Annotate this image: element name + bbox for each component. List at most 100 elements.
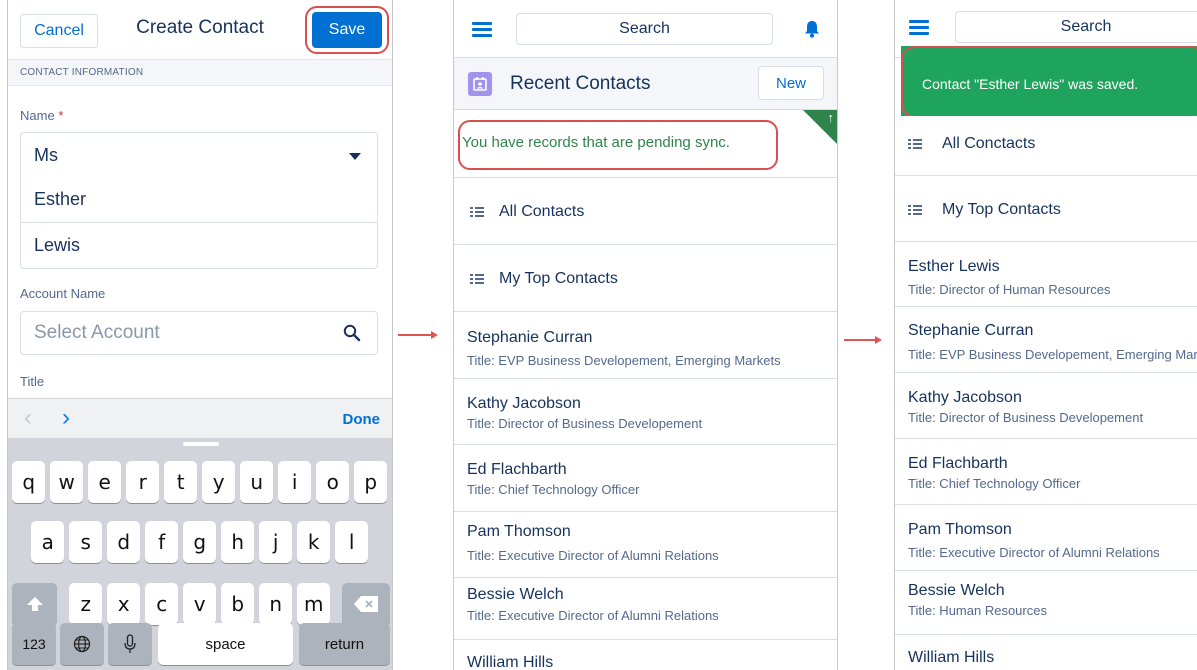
global-search-field[interactable]: Search [955,11,1197,43]
last-name-value: Lewis [34,235,81,255]
list-view-label: All Conctacts [942,135,1036,152]
contact-row[interactable]: Stephanie Curran Title: EVP Business Dev… [454,312,837,379]
object-header-title: Recent Contacts [510,73,651,94]
key-m[interactable]: m [297,583,331,625]
key-q[interactable]: q [12,461,46,503]
dictation-key[interactable] [108,623,152,665]
contact-title: Title: Executive Director of Alumni Rela… [908,545,1160,560]
key-y[interactable]: y [202,461,236,503]
globe-key[interactable] [60,623,104,665]
key-g[interactable]: g [183,521,217,563]
contact-row[interactable]: Bessie Welch Title: Human Resources [895,571,1197,635]
contact-row[interactable]: Bessie Welch Title: Executive Director o… [454,578,837,640]
key-k[interactable]: k [297,521,331,563]
key-c[interactable]: c [145,583,179,625]
pending-sync-banner[interactable]: You have records that are pending sync. … [454,110,837,178]
contact-row[interactable]: Kathy Jacobson Title: Director of Busine… [454,379,837,445]
key-u[interactable]: u [240,461,274,503]
caret-down-icon [349,153,361,160]
space-key[interactable]: space [158,623,293,665]
bell-icon[interactable] [803,20,821,38]
flow-arrow-head [875,336,882,344]
onscreen-keyboard: qwertyuiop asdfghjkl zxcvbnm 123 space r… [8,438,392,670]
done-button[interactable]: Done [343,411,381,428]
cancel-button[interactable]: Cancel [20,14,98,48]
account-name-label: Account Name [20,286,106,301]
create-contact-header: Cancel Create Contact Save [8,0,392,60]
global-search-field[interactable]: Search [516,13,773,45]
contact-row[interactable]: William Hills [454,640,837,670]
key-w[interactable]: w [50,461,84,503]
contact-row[interactable]: Ed Flachbarth Title: Chief Technology Of… [454,445,837,512]
return-key[interactable]: return [299,623,390,665]
contact-title: Title: Chief Technology Officer [467,482,640,497]
contact-row[interactable]: Pam Thomson Title: Executive Director of… [454,512,837,578]
key-d[interactable]: d [107,521,141,563]
key-z[interactable]: z [69,583,103,625]
contact-title: Title: EVP Business Developement, Emergi… [908,347,1197,362]
contact-row[interactable]: Pam Thomson Title: Executive Director of… [895,505,1197,571]
contact-row[interactable]: Esther Lewis Title: Director of Human Re… [895,242,1197,307]
contact-row[interactable]: William Hills [895,635,1197,670]
key-f[interactable]: f [145,521,179,563]
contact-title: Title: Executive Director of Alumni Rela… [467,548,719,563]
toast-message: Contact "Esther Lewis" was saved. [922,76,1139,92]
key-t[interactable]: t [164,461,198,503]
menu-icon[interactable] [472,22,492,38]
new-contact-button[interactable]: New [758,66,824,100]
contact-title: Title: Chief Technology Officer [908,476,1081,491]
key-e[interactable]: e [88,461,122,503]
key-p[interactable]: p [354,461,388,503]
contact-title: Title: Executive Director of Alumni Rela… [467,608,719,623]
contact-name: Ed Flachbarth [467,461,567,478]
required-marker: * [58,108,64,123]
microphone-icon [124,634,136,653]
key-b[interactable]: b [221,583,255,625]
list-view-item[interactable]: My Top Contacts [454,245,837,312]
salutation-select[interactable]: Ms [20,132,378,178]
key-x[interactable]: x [107,583,141,625]
key-r[interactable]: r [126,461,160,503]
list-view-item[interactable]: All Contacts [454,178,837,245]
search-icon[interactable] [343,324,361,342]
list-icon [470,207,484,218]
contact-row[interactable]: Kathy Jacobson Title: Director of Busine… [895,373,1197,439]
contact-name: Kathy Jacobson [908,389,1022,406]
create-contact-screen: Cancel Create Contact Save CONTACT INFOR… [7,0,393,670]
key-o[interactable]: o [316,461,350,503]
next-field-chevron-icon[interactable]: › [62,406,70,430]
keyboard-toolbar: ‹ › Done [8,398,392,438]
contact-name: Pam Thomson [908,521,1012,538]
list-view-item[interactable]: All Conctacts [895,116,1197,176]
object-header: Recent Contacts New [454,58,837,110]
list-view-item[interactable]: My Top Contacts [895,176,1197,242]
contact-name: Stephanie Curran [467,329,593,346]
contact-name: Bessie Welch [467,586,564,603]
key-j[interactable]: j [259,521,293,563]
shift-key[interactable] [12,583,57,625]
key-n[interactable]: n [259,583,293,625]
contact-title: Title: Director of Business Developement [908,410,1144,425]
backspace-key[interactable] [342,583,390,625]
key-h[interactable]: h [221,521,255,563]
key-s[interactable]: s [69,521,103,563]
sync-up-arrow-icon: ↑ [827,110,835,125]
menu-icon[interactable] [909,20,929,36]
account-name-field[interactable]: Select Account [20,311,378,355]
previous-field-chevron-icon[interactable]: ‹ [24,406,32,430]
contact-row[interactable]: Ed Flachbarth Title: Chief Technology Of… [895,439,1197,505]
key-i[interactable]: i [278,461,312,503]
account-placeholder: Select Account [34,322,160,343]
first-name-value: Esther [34,189,87,209]
numbers-key[interactable]: 123 [12,623,56,665]
salutation-value: Ms [34,144,58,165]
first-name-field[interactable]: Esther [20,177,378,223]
contact-row[interactable]: Stephanie Curran Title: EVP Business Dev… [895,307,1197,373]
key-a[interactable]: a [31,521,65,563]
key-l[interactable]: l [335,521,369,563]
contact-name: Esther Lewis [908,258,1000,275]
last-name-field[interactable]: Lewis [20,223,378,269]
key-v[interactable]: v [183,583,217,625]
list-view-label: My Top Contacts [499,270,618,287]
save-button[interactable]: Save [312,12,382,48]
